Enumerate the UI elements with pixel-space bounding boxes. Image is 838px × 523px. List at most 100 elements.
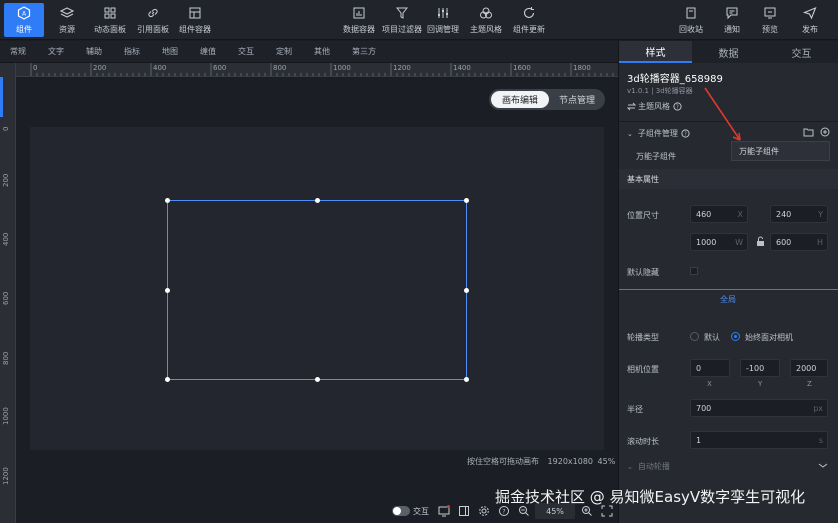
- radio-default-label: 默认: [704, 333, 720, 342]
- component-version: v1.0.1 | 3d轮播容器: [627, 87, 693, 95]
- toggle-chevron-icon[interactable]: [818, 461, 828, 470]
- interaction-toggle[interactable]: 交互: [392, 503, 429, 519]
- resize-handle-bottom-right[interactable]: [464, 377, 469, 382]
- resize-handle-left[interactable]: [165, 288, 170, 293]
- toolbar-preview-button[interactable]: 预览: [757, 3, 783, 37]
- resize-handle-top-left[interactable]: [165, 198, 170, 203]
- tab-interaction[interactable]: 交互: [765, 41, 838, 63]
- v-tick-label: 200: [2, 173, 10, 187]
- component-name: 3d轮播容器_658989: [627, 74, 723, 85]
- default-hide-checkbox[interactable]: [690, 267, 698, 275]
- child-manager-header[interactable]: ⌄ 子组件管理 ?: [627, 128, 690, 139]
- v-tick-label: 400: [2, 232, 10, 246]
- watermark: 掘金技术社区 @ 易知微EasyV数字孪生可视化: [495, 488, 806, 506]
- panel-layout-button[interactable]: [458, 503, 470, 519]
- resize-handle-bottom[interactable]: [315, 377, 320, 382]
- help-icon: ?: [681, 129, 690, 138]
- toolbar-resource-button[interactable]: 资源: [50, 3, 84, 37]
- category-value[interactable]: 缠值: [200, 46, 216, 57]
- toolbar-filter-button[interactable]: 项目过滤器: [380, 3, 424, 37]
- toolbar-update-button[interactable]: 组件更新: [510, 3, 548, 37]
- theme-style-link[interactable]: 主题风格 ?: [627, 101, 682, 112]
- resize-handle-top-right[interactable]: [464, 198, 469, 203]
- folder-icon[interactable]: [803, 127, 814, 137]
- camera-y-input[interactable]: -100: [740, 359, 780, 377]
- toolbar-ref-panel-button[interactable]: 引用面板: [133, 3, 173, 37]
- vertical-ruler[interactable]: 0 200 400 600 800 1000 1200: [0, 63, 16, 523]
- tab-style[interactable]: 样式: [619, 41, 692, 63]
- default-hide-label: 默认隐藏: [627, 268, 659, 277]
- camera-z-unit: Z: [807, 380, 812, 388]
- vertical-ruler-marker: [0, 77, 3, 117]
- toolbar-callback-button[interactable]: 回调管理: [425, 3, 461, 37]
- scroll-duration-input[interactable]: 1s: [690, 431, 828, 449]
- selected-component-frame[interactable]: [165, 198, 469, 382]
- sliders-icon: [438, 7, 448, 18]
- category-assist[interactable]: 辅助: [86, 46, 102, 57]
- autoplay-header[interactable]: ⌄ 自动轮播: [627, 461, 670, 472]
- component-category-bar: 常规 文字 辅助 指标 地图 缠值 交互 定制 其他 第三方: [0, 41, 618, 63]
- radio-default[interactable]: [690, 332, 699, 341]
- category-third-party[interactable]: 第三方: [352, 46, 376, 57]
- category-map[interactable]: 地图: [162, 46, 178, 57]
- category-indicator[interactable]: 指标: [124, 46, 140, 57]
- add-circle-icon[interactable]: [820, 127, 830, 137]
- interaction-label: 交互: [413, 506, 429, 516]
- pos-y-input[interactable]: 240 Y: [770, 205, 828, 223]
- category-text[interactable]: 文字: [48, 46, 64, 57]
- tab-data[interactable]: 数据: [692, 41, 765, 63]
- toolbar-data-container-button[interactable]: 数据容器: [339, 3, 379, 37]
- container-icon: [189, 7, 201, 18]
- zoom-level-text: 45%: [546, 506, 564, 516]
- category-regular[interactable]: 常规: [10, 46, 26, 57]
- preview-icon: [764, 7, 776, 18]
- width-input[interactable]: 1000 W: [690, 233, 748, 251]
- toggle-switch[interactable]: [392, 506, 410, 516]
- horizontal-ruler[interactable]: 0 200 400 600 800 1000 1200 1400 1600 18…: [16, 63, 618, 77]
- camera-x-input[interactable]: 0: [690, 359, 730, 377]
- category-custom[interactable]: 定制: [276, 46, 292, 57]
- toolbar-dynamic-panel-button[interactable]: 动态面板: [90, 3, 130, 37]
- canvas-hint: 按住空格可拖动画布 1920x1080 45%: [467, 456, 615, 467]
- h-tick-label: 0: [33, 64, 38, 72]
- h-tick-label: 800: [273, 64, 287, 72]
- toolbar-component-button[interactable]: A 组件: [4, 3, 44, 37]
- settings-button[interactable]: [478, 503, 490, 519]
- toolbar-trash-button[interactable]: 回收站: [676, 3, 706, 37]
- global-tab[interactable]: 全局: [720, 294, 736, 305]
- monitor-icon: [438, 505, 450, 517]
- child-item[interactable]: 万能子组件: [636, 151, 676, 162]
- v-tick-label: 1200: [2, 467, 10, 485]
- popup-item[interactable]: 万能子组件: [739, 146, 779, 157]
- camera-x-unit: X: [707, 380, 712, 388]
- canvas-edit-mode-button[interactable]: 画布编辑: [491, 91, 549, 108]
- resize-handle-top[interactable]: [315, 198, 320, 203]
- radio-face-camera[interactable]: [731, 332, 740, 341]
- pos-x-input[interactable]: 460 X: [690, 205, 748, 223]
- toolbar-theme-button[interactable]: 主题风格: [467, 3, 505, 37]
- section-divider: [619, 289, 838, 290]
- screen-button[interactable]: [438, 503, 450, 519]
- resize-handle-bottom-left[interactable]: [165, 377, 170, 382]
- radius-input[interactable]: 700 px: [690, 399, 828, 417]
- h-tick-label: 1200: [393, 64, 411, 72]
- toolbar-notice-button[interactable]: 通知: [719, 3, 745, 37]
- toolbar-container-button[interactable]: 组件容器: [175, 3, 215, 37]
- toolbar-publish-button[interactable]: 发布: [797, 3, 823, 37]
- send-icon: [803, 6, 817, 19]
- lock-icon[interactable]: [756, 236, 765, 247]
- carousel-type-label: 轮播类型: [627, 333, 659, 342]
- node-manage-mode-button[interactable]: 节点管理: [551, 91, 603, 108]
- camera-z-input[interactable]: 2000: [790, 359, 828, 377]
- category-other[interactable]: 其他: [314, 46, 330, 57]
- help-icon: ?: [673, 102, 682, 111]
- radio-face-camera-label: 始终面对相机: [745, 333, 793, 342]
- resize-handle-right[interactable]: [464, 288, 469, 293]
- svg-text:?: ?: [502, 508, 505, 515]
- height-input[interactable]: 600 H: [770, 233, 828, 251]
- basic-props-header[interactable]: 基本属性: [619, 169, 838, 189]
- grid-icon: [104, 7, 116, 18]
- component-icon: A: [17, 5, 31, 20]
- category-interaction[interactable]: 交互: [238, 46, 254, 57]
- v-tick-label: 600: [2, 291, 10, 305]
